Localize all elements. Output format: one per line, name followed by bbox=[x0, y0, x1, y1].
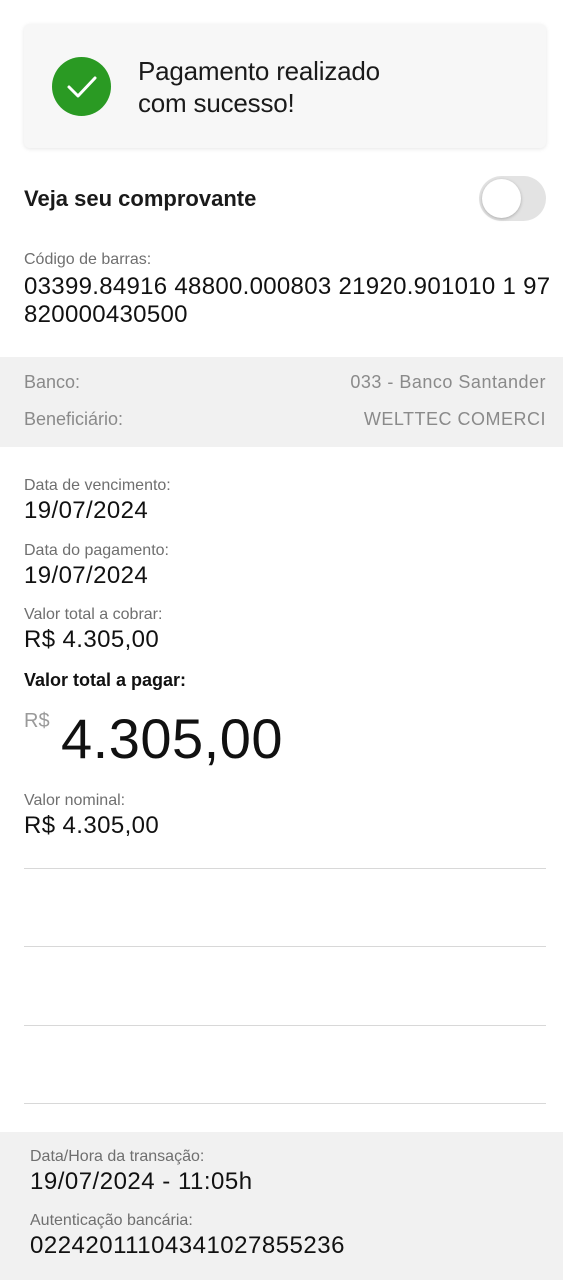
beneficiary-value: WELTTEC COMERCI bbox=[363, 409, 546, 429]
total-charge-field: Valor total a cobrar: R$ 4.305,00 bbox=[24, 605, 162, 654]
success-card: Pagamento realizado com sucesso! bbox=[24, 24, 546, 148]
total-charge-value: R$ 4.305,00 bbox=[24, 626, 160, 653]
divider bbox=[24, 1103, 546, 1104]
bank-info-band: Banco: 033 - Banco Santander Beneficiári… bbox=[0, 357, 563, 447]
check-icon bbox=[52, 57, 111, 116]
total-pay-currency: R$ bbox=[24, 710, 50, 732]
receipt-toggle[interactable] bbox=[479, 176, 546, 221]
total-pay-label: Valor total a pagar: bbox=[24, 670, 187, 690]
bank-auth-field: Autenticação bancária: 02242011104341027… bbox=[30, 1211, 345, 1260]
beneficiary-row: Beneficiário: WELTTEC COMERCI bbox=[24, 409, 546, 435]
payment-date-field: Data do pagamento: 19/07/2024 bbox=[24, 541, 169, 590]
bank-row: Banco: 033 - Banco Santander bbox=[24, 372, 546, 398]
bank-label: Banco: bbox=[24, 372, 81, 392]
barcode-value: 03399.84916 48800.000803 21920.901010 1 … bbox=[24, 273, 551, 328]
transaction-footer: Data/Hora da transação: 19/07/2024 - 11:… bbox=[0, 1132, 563, 1280]
success-message: Pagamento realizado com sucesso! bbox=[138, 56, 380, 118]
transaction-datetime-value: 19/07/2024 - 11:05h bbox=[30, 1168, 253, 1195]
barcode-section: Código de barras: 03399.84916 48800.0008… bbox=[24, 250, 554, 329]
transaction-datetime-label: Data/Hora da transação: bbox=[30, 1148, 205, 1165]
beneficiary-label: Beneficiário: bbox=[24, 409, 124, 429]
total-charge-label: Valor total a cobrar: bbox=[24, 606, 163, 623]
bank-value: 033 - Banco Santander bbox=[350, 372, 546, 392]
due-date-value: 19/07/2024 bbox=[24, 497, 149, 524]
receipt-toggle-row: Veja seu comprovante bbox=[24, 176, 546, 222]
payment-date-value: 19/07/2024 bbox=[24, 562, 149, 589]
due-date-field: Data de vencimento: 19/07/2024 bbox=[24, 476, 171, 525]
barcode-label: Código de barras: bbox=[24, 251, 152, 268]
payment-receipt-screen: Pagamento realizado com sucesso! Veja se… bbox=[0, 0, 563, 1280]
nominal-value-field: Valor nominal: R$ 4.305,00 bbox=[24, 791, 159, 840]
nominal-label: Valor nominal: bbox=[24, 792, 126, 809]
due-date-label: Data de vencimento: bbox=[24, 477, 171, 494]
receipt-toggle-label: Veja seu comprovante bbox=[24, 186, 257, 211]
total-pay-amount: 4.305,00 bbox=[61, 707, 283, 770]
toggle-knob bbox=[482, 179, 521, 218]
nominal-value: R$ 4.305,00 bbox=[24, 812, 160, 839]
transaction-datetime-field: Data/Hora da transação: 19/07/2024 - 11:… bbox=[30, 1147, 253, 1196]
divider bbox=[24, 946, 546, 947]
bank-auth-label: Autenticação bancária: bbox=[30, 1212, 193, 1229]
divider bbox=[24, 1025, 546, 1026]
divider bbox=[24, 868, 546, 869]
payment-date-label: Data do pagamento: bbox=[24, 542, 169, 559]
bank-auth-value: 02242011104341027855236 bbox=[30, 1232, 345, 1259]
